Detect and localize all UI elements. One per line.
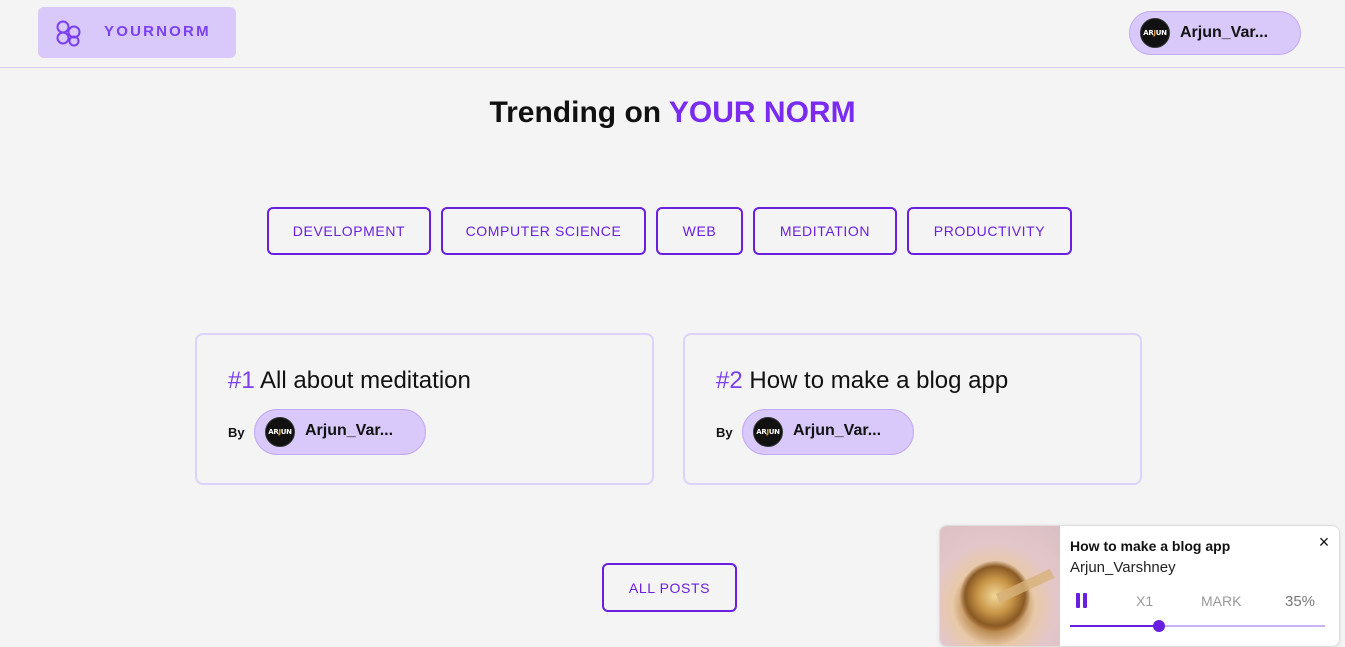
avatar: AR J UN — [1140, 18, 1170, 48]
title-prefix: Trending on — [489, 96, 669, 129]
post-rank: #1 — [228, 367, 255, 394]
post-title-text: How to make a blog app — [749, 367, 1009, 394]
progress-percent: 35% — [1285, 593, 1316, 610]
tag-productivity[interactable]: PRODUCTIVITY — [907, 207, 1072, 255]
title-accent: YOUR NORM — [668, 96, 856, 129]
avatar: AR J UN — [265, 417, 295, 447]
all-posts-button[interactable]: ALL POSTS — [602, 563, 737, 612]
post-card[interactable]: #2 How to make a blog app By AR J UN Arjun… — [683, 333, 1142, 485]
post-title[interactable]: #2 How to make a blog app — [716, 367, 1008, 395]
tag-list: DEVELOPMENT COMPUTER SCIENCE WEB MEDITAT… — [0, 207, 1345, 255]
author-pill[interactable]: AR J UN Arjun_Var... — [742, 409, 914, 455]
audio-player: How to make a blog app Arjun_Varshney × … — [939, 525, 1340, 647]
progress-fill — [1070, 625, 1160, 627]
tag-web[interactable]: WEB — [656, 207, 743, 255]
tag-computer-science[interactable]: COMPUTER SCIENCE — [441, 207, 646, 255]
post-rank: #2 — [716, 367, 743, 394]
post-title[interactable]: #1 All about meditation — [228, 367, 471, 395]
by-label: By — [716, 425, 733, 440]
post-thumbnail — [940, 526, 1060, 646]
progress-handle[interactable] — [1153, 620, 1166, 632]
logo-icon — [56, 20, 81, 47]
author-name: Arjun_Var... — [305, 422, 394, 439]
logo-button[interactable]: YOURNORM — [38, 7, 236, 58]
speed-button[interactable]: X1 — [1136, 593, 1153, 609]
avatar: AR J UN — [753, 417, 783, 447]
page-title: Trending on YOUR NORM — [0, 96, 1345, 130]
tag-development[interactable]: DEVELOPMENT — [267, 207, 431, 255]
mark-button[interactable]: MARK — [1201, 593, 1241, 609]
by-label: By — [228, 425, 245, 440]
post-title-text: All about meditation — [260, 367, 471, 394]
header: YOURNORM AR J UN Arjun_Var... — [0, 0, 1345, 68]
player-title: How to make a blog app — [1070, 538, 1231, 554]
player-author: Arjun_Varshney — [1070, 559, 1176, 576]
pause-icon[interactable] — [1074, 593, 1090, 609]
thumbnail-decoration — [960, 561, 1030, 631]
user-name: Arjun_Var... — [1180, 24, 1269, 41]
tag-meditation[interactable]: MEDITATION — [753, 207, 897, 255]
progress-slider[interactable] — [1070, 620, 1325, 632]
author-name: Arjun_Var... — [793, 422, 882, 439]
author-pill[interactable]: AR J UN Arjun_Var... — [254, 409, 426, 455]
close-icon[interactable]: × — [1314, 532, 1334, 552]
user-menu-button[interactable]: AR J UN Arjun_Var... — [1129, 11, 1301, 55]
logo-text: YOURNORM — [104, 23, 211, 40]
post-card[interactable]: #1 All about meditation By AR J UN Arjun_V… — [195, 333, 654, 485]
